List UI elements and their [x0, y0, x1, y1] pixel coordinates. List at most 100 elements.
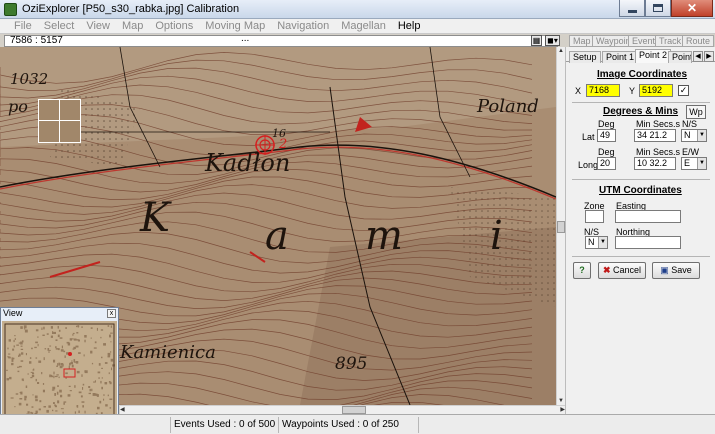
overview-window[interactable]: View x [0, 307, 119, 423]
long-min-input[interactable]: 10 32.2 [634, 157, 676, 170]
scroll-up-arrow-icon[interactable]: ▲ [557, 47, 565, 55]
lat-min-input[interactable]: 34 21.2 [634, 129, 676, 142]
status-cell-empty [418, 417, 558, 433]
cursor-position-bar: 7586 : 5157 ... [4, 33, 558, 47]
save-button[interactable]: ▣ Save [652, 262, 700, 279]
tab-scroll-left-icon[interactable]: ◀ [693, 51, 703, 62]
map-label-place: Kadłon [205, 149, 291, 177]
title-bar: OziExplorer [P50_s30_rabka.jpg] Calibrat… [0, 0, 715, 19]
overview-title: View [3, 308, 23, 318]
map-horizontal-scrollbar[interactable]: ◀ ▶ [120, 405, 565, 414]
map-label-lower-place: Kamienica [120, 342, 216, 363]
calibration-tabs: Setup Point 1 Point 2 Point 3 ◀ ▶ [566, 49, 715, 63]
overview-map[interactable] [2, 321, 117, 421]
help-button[interactable]: ? [573, 262, 591, 279]
save-label: Save [671, 265, 692, 275]
x-label: X [575, 86, 582, 96]
map-label-elevation: 895 [335, 354, 368, 374]
utm-ns-select[interactable]: N ▼ [585, 236, 608, 249]
divider [572, 179, 710, 180]
long-deg-input[interactable]: 20 [597, 157, 616, 170]
image-y-input[interactable]: 5192 [639, 84, 673, 97]
long-label: Long [578, 160, 599, 170]
menu-navigation[interactable]: Navigation [277, 20, 329, 32]
save-disk-icon: ▣ [660, 265, 669, 275]
events-used-status: Events Used : 0 of 500 [170, 417, 278, 433]
cancel-button[interactable]: ✖ Cancel [598, 262, 646, 279]
wp-button[interactable]: Wp [686, 105, 706, 119]
calibration-marker-label: 2 [279, 137, 288, 152]
long-hemisphere-value: E [684, 158, 691, 168]
chevron-down-icon: ▼ [697, 130, 706, 141]
scroll-down-arrow-icon[interactable]: ▼ [557, 397, 565, 405]
center-dots: ... [241, 33, 250, 44]
horizontal-scroll-thumb[interactable] [342, 406, 366, 414]
tab-scroll-right-icon[interactable]: ▶ [704, 51, 714, 62]
map-label-grid: 1032 [10, 70, 49, 88]
window-controls: ✕ [619, 0, 713, 18]
lat-hemi-header: N/S [682, 119, 698, 129]
scroll-left-arrow-icon[interactable]: ◀ [120, 406, 125, 414]
utm-zone-input[interactable] [585, 210, 604, 223]
lat-hemisphere-select[interactable]: N ▼ [681, 129, 707, 142]
menu-magellan[interactable]: Magellan [341, 20, 386, 32]
cancel-x-icon: ✖ [602, 265, 611, 275]
utm-northing-input[interactable] [615, 236, 681, 249]
overview-close-icon[interactable]: x [107, 309, 116, 318]
status-bar: Events Used : 0 of 500 Waypoints Used : … [0, 414, 715, 434]
lat-label: Lat [582, 132, 595, 142]
map-region-letter-a: a [265, 213, 289, 259]
maximize-button[interactable] [645, 0, 671, 17]
menu-view[interactable]: View [86, 20, 110, 32]
image-coordinates-title: Image Coordinates [597, 69, 688, 80]
save-dropdown-icon[interactable]: ◼▾ [545, 35, 560, 46]
lat-deg-input[interactable]: 49 [597, 129, 616, 142]
cursor-coordinates: 7586 : 5157 [10, 35, 63, 46]
top-tab-route[interactable]: Route [682, 35, 715, 47]
menu-help[interactable]: Help [398, 20, 421, 32]
map-icon[interactable]: ▦ [531, 35, 542, 46]
y-label: Y [629, 86, 636, 96]
tab-point-2[interactable]: Point 2 [635, 49, 672, 63]
cancel-label: Cancel [613, 265, 642, 275]
utm-title: UTM Coordinates [599, 185, 682, 196]
vertical-scroll-thumb[interactable] [557, 221, 565, 233]
map-region-letter-i: i [490, 213, 503, 259]
app-icon [4, 3, 17, 16]
map-region-letter-k: K [140, 195, 170, 241]
top-tab-track[interactable]: Track [655, 35, 686, 47]
menu-select[interactable]: Select [44, 20, 75, 32]
image-x-input[interactable]: 7168 [586, 84, 620, 97]
lat-min-header: Min Secs.s [636, 119, 681, 129]
image-coords-checkbox[interactable]: ✓ [678, 85, 689, 96]
top-tab-map[interactable]: Map [569, 35, 595, 47]
menu-options[interactable]: Options [155, 20, 193, 32]
lat-deg-header: Deg [598, 119, 615, 129]
chevron-down-icon: ▼ [697, 158, 706, 169]
tab-point-3[interactable]: Point 3 [668, 51, 692, 63]
divider [572, 256, 710, 257]
waypoints-used-status: Waypoints Used : 0 of 250 [278, 417, 418, 433]
close-button[interactable]: ✕ [671, 0, 713, 17]
minimize-button[interactable] [619, 0, 645, 17]
divider [572, 102, 710, 103]
utm-easting-input[interactable] [615, 210, 681, 223]
map-vertical-scrollbar[interactable]: ▲ ▼ [556, 47, 565, 405]
menu-file[interactable]: File [14, 20, 32, 32]
map-region-letter-m: m [365, 213, 403, 259]
maximize-icon [653, 4, 663, 12]
utm-ns-value: N [588, 237, 595, 247]
close-icon: ✕ [686, 1, 698, 15]
chevron-down-icon: ▼ [598, 237, 607, 248]
long-hemi-header: E/W [682, 147, 699, 157]
calibration-panel: Setup Point 1 Point 2 Point 3 ◀ ▶ Image … [565, 47, 715, 414]
tab-point-1[interactable]: Point 1 [602, 51, 639, 63]
menu-moving-map[interactable]: Moving Map [205, 20, 265, 32]
long-min-header: Min Secs.s [636, 147, 681, 157]
minimize-icon [627, 10, 637, 13]
long-hemisphere-select[interactable]: E ▼ [681, 157, 707, 170]
tab-setup[interactable]: Setup [569, 51, 601, 63]
menu-bar: File Select View Map Options Moving Map … [0, 19, 715, 34]
long-deg-header: Deg [598, 147, 615, 157]
menu-map[interactable]: Map [122, 20, 143, 32]
